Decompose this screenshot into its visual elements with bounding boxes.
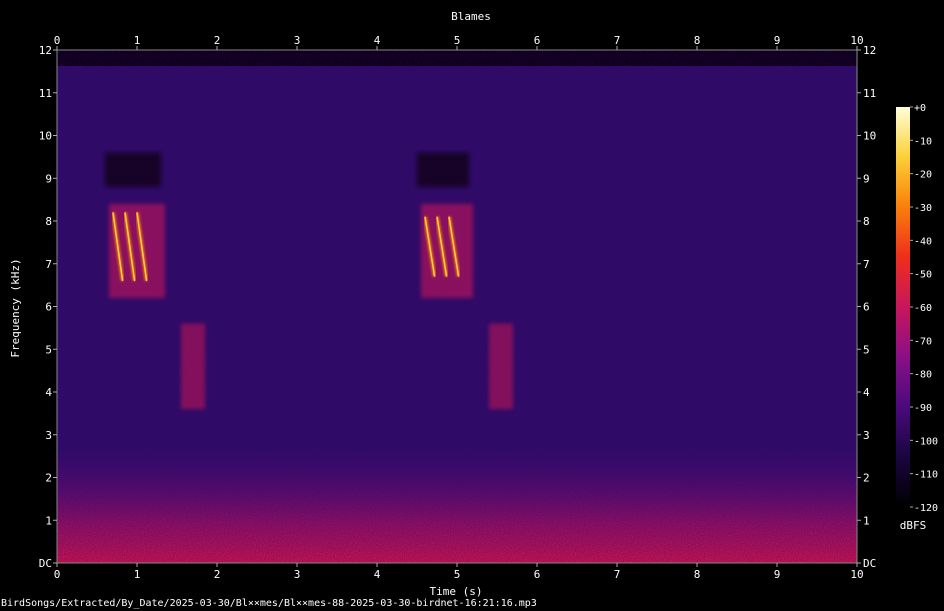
colorbar-tick-label: -30: [914, 203, 932, 214]
call-echo: [489, 323, 513, 410]
y-tick-label-left: 3: [45, 429, 52, 442]
colorbar-tick-label: -90: [914, 403, 932, 414]
y-tick-label-right: 12: [863, 44, 876, 57]
spectrogram-chart: 0 1 2 3 4 5 6 7 8 9 10 0 1 2 3 4 5 6 7 8 9 10 DC123456789101…: [9, 10, 938, 598]
colorbar-label: dBFS: [900, 519, 927, 532]
colorbar-tick-label: -60: [914, 303, 932, 314]
colorbar-tick-label: -120: [914, 503, 938, 514]
colorbar-tick-label: +0: [914, 103, 926, 114]
x-tick-label-bottom: 0: [54, 568, 61, 581]
colorbar-tick-label: -20: [914, 170, 932, 181]
call-dark-gap: [417, 152, 469, 187]
y-tick-label-right: 2: [863, 472, 870, 485]
x-tick-label-top: 2: [214, 34, 221, 47]
colorbar-tick-label: -100: [914, 436, 938, 447]
y-tick-label-right: 7: [863, 258, 870, 271]
y-tick-label-left: 10: [39, 130, 52, 143]
y-tick-label-right: 6: [863, 301, 870, 314]
call-echo: [181, 323, 205, 410]
x-tick-label-bottom: 6: [534, 568, 541, 581]
y-tick-label-left: 2: [45, 472, 52, 485]
x-tick-label-top: 9: [774, 34, 781, 47]
file-path-footer: BirdSongs/Extracted/By_Date/2025-03-30/B…: [1, 598, 537, 609]
colorbar-tick-label: -80: [914, 370, 932, 381]
x-tick-label-top: 1: [134, 34, 141, 47]
x-axis-bottom: 0 1 2 3 4 5 6 7 8 9 10: [54, 563, 864, 581]
y-tick-label-right: 8: [863, 215, 870, 228]
y-tick-label-right: 11: [863, 87, 876, 100]
x-axis-top: 0 1 2 3 4 5 6 7 8 9 10: [54, 34, 864, 50]
colorbar: [896, 107, 910, 507]
colorbar-tick-label: -40: [914, 236, 932, 247]
spectrogram-noise-texture: [57, 50, 857, 563]
colorbar-tick-label: -10: [914, 136, 932, 147]
y-tick-label-left: 12: [39, 44, 52, 57]
y-tick-label-right: 3: [863, 429, 870, 442]
x-tick-label-top: 3: [294, 34, 301, 47]
x-tick-label-top: 5: [454, 34, 461, 47]
y-tick-label-left: 7: [45, 258, 52, 271]
colorbar-tick-label: -70: [914, 336, 932, 347]
y-tick-label-right: 5: [863, 343, 870, 356]
x-tick-label-top: 10: [850, 34, 863, 47]
x-tick-label-bottom: 5: [454, 568, 461, 581]
x-tick-label-top: 4: [374, 34, 381, 47]
x-tick-label-bottom: 8: [694, 568, 701, 581]
x-tick-label-top: 0: [54, 34, 61, 47]
x-tick-label-bottom: 10: [850, 568, 863, 581]
y-tick-label-left: 8: [45, 215, 52, 228]
y-tick-label-right: 1: [863, 514, 870, 527]
x-tick-label-bottom: 3: [294, 568, 301, 581]
colorbar-tick-label: -110: [914, 470, 938, 481]
x-tick-label-top: 8: [694, 34, 701, 47]
y-tick-label-right: 4: [863, 386, 870, 399]
x-tick-label-top: 6: [534, 34, 541, 47]
y-tick-label-left: 9: [45, 172, 52, 185]
x-tick-label-bottom: 2: [214, 568, 221, 581]
call-dark-gap: [105, 152, 161, 187]
y-axis-right: DC123456789101112: [857, 44, 876, 570]
y-tick-label-right: DC: [863, 557, 876, 570]
colorbar-tick-label: -50: [914, 270, 932, 281]
y-axis-left: DC123456789101112: [39, 44, 57, 570]
y-axis-label: Frequency (kHz): [9, 258, 22, 357]
y-tick-label-left: 1: [45, 514, 52, 527]
colorbar-ticks: +0 -10 -20 -30 -40 -50 -60 -70 -80 -90 -100 -110 -12…: [910, 103, 938, 514]
y-tick-label-right: 9: [863, 172, 870, 185]
y-tick-label-right: 10: [863, 130, 876, 143]
x-tick-label-bottom: 4: [374, 568, 381, 581]
y-tick-label-left: DC: [39, 557, 52, 570]
chart-title: Blames: [451, 10, 491, 23]
y-tick-label-left: 5: [45, 343, 52, 356]
x-tick-label-top: 7: [614, 34, 621, 47]
x-tick-label-bottom: 7: [614, 568, 621, 581]
y-tick-label-left: 4: [45, 386, 52, 399]
x-tick-label-bottom: 9: [774, 568, 781, 581]
y-tick-label-left: 6: [45, 301, 52, 314]
x-tick-label-bottom: 1: [134, 568, 141, 581]
y-tick-label-left: 11: [39, 87, 52, 100]
x-axis-label: Time (s): [430, 585, 483, 598]
